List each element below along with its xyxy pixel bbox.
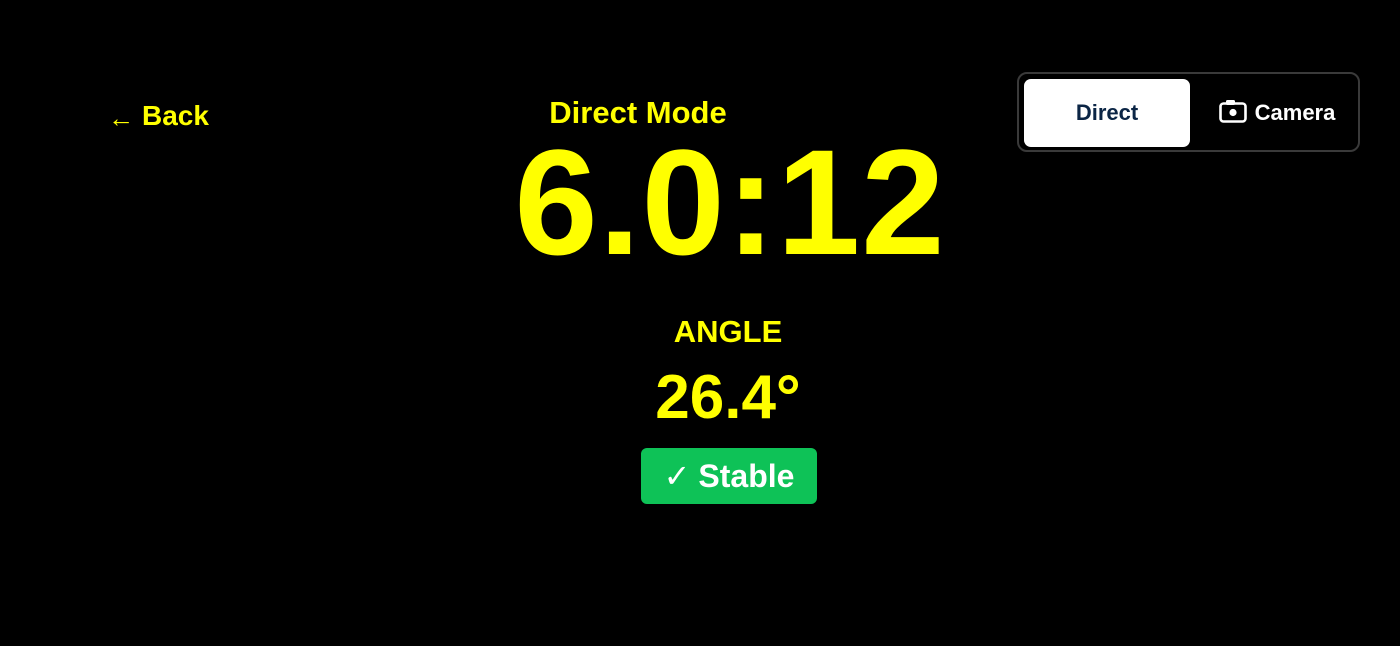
direct-mode-button[interactable]: Direct bbox=[1024, 79, 1190, 147]
back-label: Back bbox=[142, 100, 209, 131]
back-arrow-icon: ← bbox=[108, 103, 134, 133]
status-badge: ✓ Stable bbox=[641, 448, 817, 504]
direct-mode-label: Direct bbox=[1075, 100, 1139, 125]
back-button[interactable]: ← Back bbox=[108, 96, 209, 136]
camera-mode-button[interactable]: Camera bbox=[1197, 79, 1357, 147]
angle-label: ANGLE bbox=[673, 314, 783, 349]
angle-value: 26.4° bbox=[655, 363, 801, 432]
mode-toggle: Direct Camera bbox=[1017, 72, 1360, 152]
camera-mode-label: Camera bbox=[1254, 100, 1336, 125]
direct-mode-screen: ← Back Direct Mode 6.0:12 ANGLE 26.4° ✓ … bbox=[0, 0, 1400, 646]
status-label: Stable bbox=[698, 457, 795, 494]
main-readout: 6.0:12 bbox=[514, 118, 946, 286]
checkmark-icon: ✓ bbox=[663, 458, 691, 494]
camera-icon bbox=[1218, 100, 1247, 123]
